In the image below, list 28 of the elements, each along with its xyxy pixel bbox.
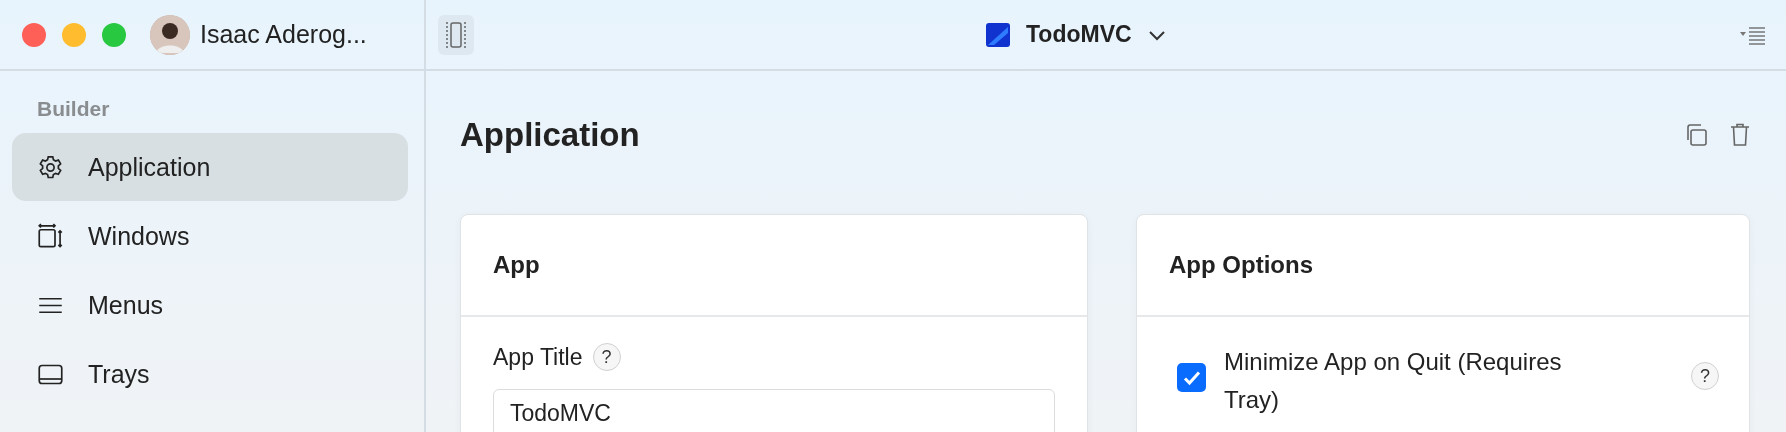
window-resize-icon: [37, 222, 64, 250]
section-heading: Builder: [36, 96, 111, 122]
window-title: TodoMVC: [1026, 21, 1132, 48]
sidebar-item[interactable]: Trays: [12, 340, 408, 408]
sidebar-icon: [445, 19, 467, 50]
sidebar-toggle-button[interactable]: [438, 14, 474, 55]
trash-icon[interactable]: [1730, 123, 1750, 147]
sidebar-item[interactable]: Windows: [12, 202, 408, 270]
gear-icon: [37, 153, 64, 181]
sidebar-item[interactable]: Application: [12, 133, 408, 201]
sidebar-item[interactable]: Menus: [12, 271, 408, 339]
text-field[interactable]: TodoMVC: [493, 389, 1055, 432]
card-title: App Options: [1169, 251, 1313, 279]
close-button[interactable]: [22, 22, 46, 47]
card-title: App: [493, 251, 540, 279]
help-button[interactable]: ?: [1691, 362, 1719, 390]
help-button[interactable]: ?: [592, 343, 621, 371]
app-icon: [986, 22, 1010, 47]
copy-icon[interactable]: [1684, 123, 1708, 147]
field-label: App Title: [493, 343, 583, 371]
zoom-button[interactable]: [102, 22, 126, 47]
checkbox-label: Minimize App on Quit (Requires Tray): [1224, 347, 1563, 415]
avatar: [150, 14, 190, 55]
list-icon[interactable]: [1740, 24, 1766, 45]
chevron-down-icon[interactable]: [1147, 28, 1166, 41]
checkbox[interactable]: [1177, 363, 1206, 392]
page-title: Application: [460, 116, 641, 154]
user-name: Isaac Aderog...: [200, 20, 367, 49]
